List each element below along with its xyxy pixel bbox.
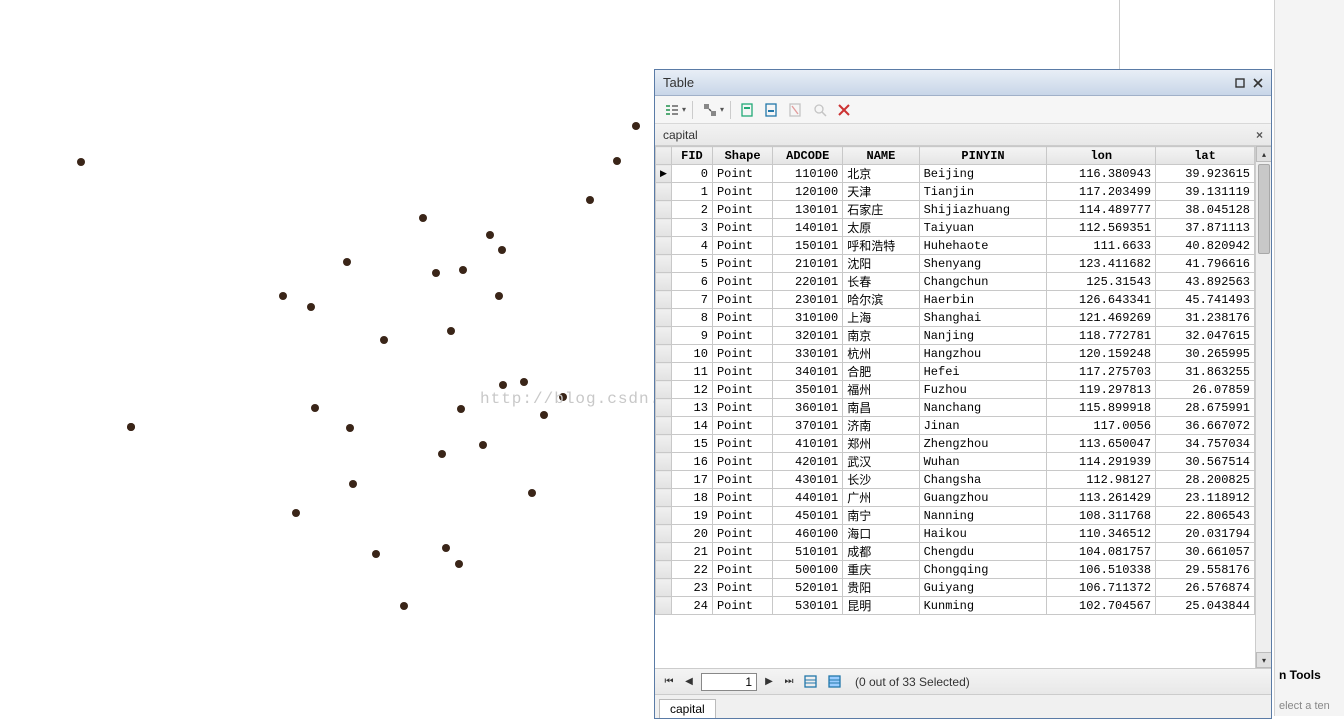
map-point[interactable] (455, 560, 463, 568)
attribute-grid[interactable]: FIDShapeADCODENAMEPINYINlonlat ▶0Point11… (655, 146, 1255, 668)
table-row[interactable]: 5Point210101沈阳Shenyang123.41168241.79661… (656, 255, 1255, 273)
table-row[interactable]: 16Point420101武汉Wuhan114.29193930.567514 (656, 453, 1255, 471)
prev-record-button[interactable]: ◀ (681, 674, 697, 690)
scroll-up-icon[interactable]: ▴ (1256, 146, 1271, 162)
switch-selection-icon[interactable] (761, 99, 783, 121)
map-point[interactable] (438, 450, 446, 458)
record-number-input[interactable] (701, 673, 757, 691)
map-point[interactable] (457, 405, 465, 413)
table-row[interactable]: 13Point360101南昌Nanchang115.89991828.6759… (656, 399, 1255, 417)
map-point[interactable] (279, 292, 287, 300)
record-navigator: ⏮ ◀ ▶ ⏭ (0 out of 33 Selected) (655, 668, 1271, 694)
map-point[interactable] (459, 266, 467, 274)
map-point[interactable] (127, 423, 135, 431)
map-point[interactable] (400, 602, 408, 610)
table-tab-capital[interactable]: capital (659, 699, 716, 718)
first-record-button[interactable]: ⏮ (661, 674, 677, 690)
map-point[interactable] (349, 480, 357, 488)
close-button[interactable] (1249, 74, 1267, 92)
map-point[interactable] (499, 381, 507, 389)
table-row[interactable]: 23Point520101贵阳Guiyang106.71137226.57687… (656, 579, 1255, 597)
tools-panel-title: n Tools (1279, 668, 1321, 682)
layer-name-label: capital (663, 128, 698, 142)
next-record-button[interactable]: ▶ (761, 674, 777, 690)
table-row[interactable]: 15Point410101郑州Zhengzhou113.65004734.757… (656, 435, 1255, 453)
table-title: Table (659, 75, 1231, 90)
table-row[interactable]: 20Point460100海口Haikou110.34651220.031794 (656, 525, 1255, 543)
table-row[interactable]: 19Point450101南宁Nanning108.31176822.80654… (656, 507, 1255, 525)
clear-selection-icon[interactable] (785, 99, 807, 121)
map-point[interactable] (528, 489, 536, 497)
table-row[interactable]: 9Point320101南京Nanjing118.77278132.047615 (656, 327, 1255, 345)
map-point[interactable] (613, 157, 621, 165)
scroll-down-icon[interactable]: ▾ (1256, 652, 1271, 668)
table-row[interactable]: 11Point340101合肥Hefei117.27570331.863255 (656, 363, 1255, 381)
zoom-selection-icon[interactable] (809, 99, 831, 121)
table-row[interactable]: 6Point220101长春Changchun125.3154343.89256… (656, 273, 1255, 291)
table-row[interactable]: 3Point140101太原Taiyuan112.56935137.871113 (656, 219, 1255, 237)
selection-count-label: (0 out of 33 Selected) (855, 675, 970, 689)
map-point[interactable] (520, 378, 528, 386)
map-point[interactable] (372, 550, 380, 558)
table-row[interactable]: 4Point150101呼和浩特Huhehaote111.663340.8209… (656, 237, 1255, 255)
map-point[interactable] (380, 336, 388, 344)
select-by-attributes-icon[interactable] (737, 99, 759, 121)
table-row[interactable]: 24Point530101昆明Kunming102.70456725.04384… (656, 597, 1255, 615)
table-tabbar: capital (655, 694, 1271, 718)
map-point[interactable] (486, 231, 494, 239)
table-row[interactable]: 2Point130101石家庄Shijiazhuang114.48977738.… (656, 201, 1255, 219)
map-point[interactable] (442, 544, 450, 552)
table-row[interactable]: 18Point440101广州Guangzhou113.26142923.118… (656, 489, 1255, 507)
map-point[interactable] (419, 214, 427, 222)
table-row[interactable]: 21Point510101成都Chengdu104.08175730.66105… (656, 543, 1255, 561)
map-point[interactable] (559, 393, 567, 401)
table-options-icon[interactable] (661, 99, 683, 121)
table-titlebar[interactable]: Table (655, 70, 1271, 96)
map-point[interactable] (540, 411, 548, 419)
table-row[interactable]: 22Point500100重庆Chongqing106.51033829.558… (656, 561, 1255, 579)
table-layer-header: capital × (655, 124, 1271, 146)
show-all-records-icon[interactable] (801, 673, 821, 691)
last-record-button[interactable]: ⏭ (781, 674, 797, 690)
map-point[interactable] (632, 122, 640, 130)
table-row[interactable]: ▶0Point110100北京Beijing116.38094339.92361… (656, 165, 1255, 183)
table-row[interactable]: 1Point120100天津Tianjin117.20349939.131119 (656, 183, 1255, 201)
dropdown-arrow-icon[interactable]: ▾ (682, 105, 686, 114)
map-point[interactable] (311, 404, 319, 412)
table-row[interactable]: 12Point350101福州Fuzhou119.29781326.07859 (656, 381, 1255, 399)
table-toolbar: ▾ ▾ (655, 96, 1271, 124)
map-point[interactable] (292, 509, 300, 517)
map-point[interactable] (307, 303, 315, 311)
map-point[interactable] (432, 269, 440, 277)
map-point[interactable] (346, 424, 354, 432)
vertical-scrollbar[interactable]: ▴ ▾ (1255, 146, 1271, 668)
table-row[interactable]: 7Point230101哈尔滨Haerbin126.64334145.74149… (656, 291, 1255, 309)
close-layer-button[interactable]: × (1256, 128, 1263, 142)
show-selected-records-icon[interactable] (825, 673, 845, 691)
map-point[interactable] (343, 258, 351, 266)
map-point[interactable] (498, 246, 506, 254)
delete-selection-icon[interactable] (833, 99, 855, 121)
map-point[interactable] (447, 327, 455, 335)
maximize-button[interactable] (1231, 74, 1249, 92)
map-point[interactable] (77, 158, 85, 166)
map-point[interactable] (479, 441, 487, 449)
table-window: Table ▾ ▾ capital × FIDShapeADCODENAMEPI… (654, 69, 1272, 719)
table-row[interactable]: 10Point330101杭州Hangzhou120.15924830.2659… (656, 345, 1255, 363)
table-row[interactable]: 14Point370101济南Jinan117.005636.667072 (656, 417, 1255, 435)
scroll-thumb[interactable] (1258, 164, 1270, 254)
table-row[interactable]: 8Point310100上海Shanghai121.46926931.23817… (656, 309, 1255, 327)
dropdown-arrow-icon[interactable]: ▾ (720, 105, 724, 114)
tools-panel-hint: elect a ten (1279, 700, 1330, 712)
table-row[interactable]: 17Point430101长沙Changsha112.9812728.20082… (656, 471, 1255, 489)
right-panel: n Tools elect a ten (1274, 0, 1344, 716)
related-tables-icon[interactable] (699, 99, 721, 121)
map-point[interactable] (495, 292, 503, 300)
map-point[interactable] (586, 196, 594, 204)
